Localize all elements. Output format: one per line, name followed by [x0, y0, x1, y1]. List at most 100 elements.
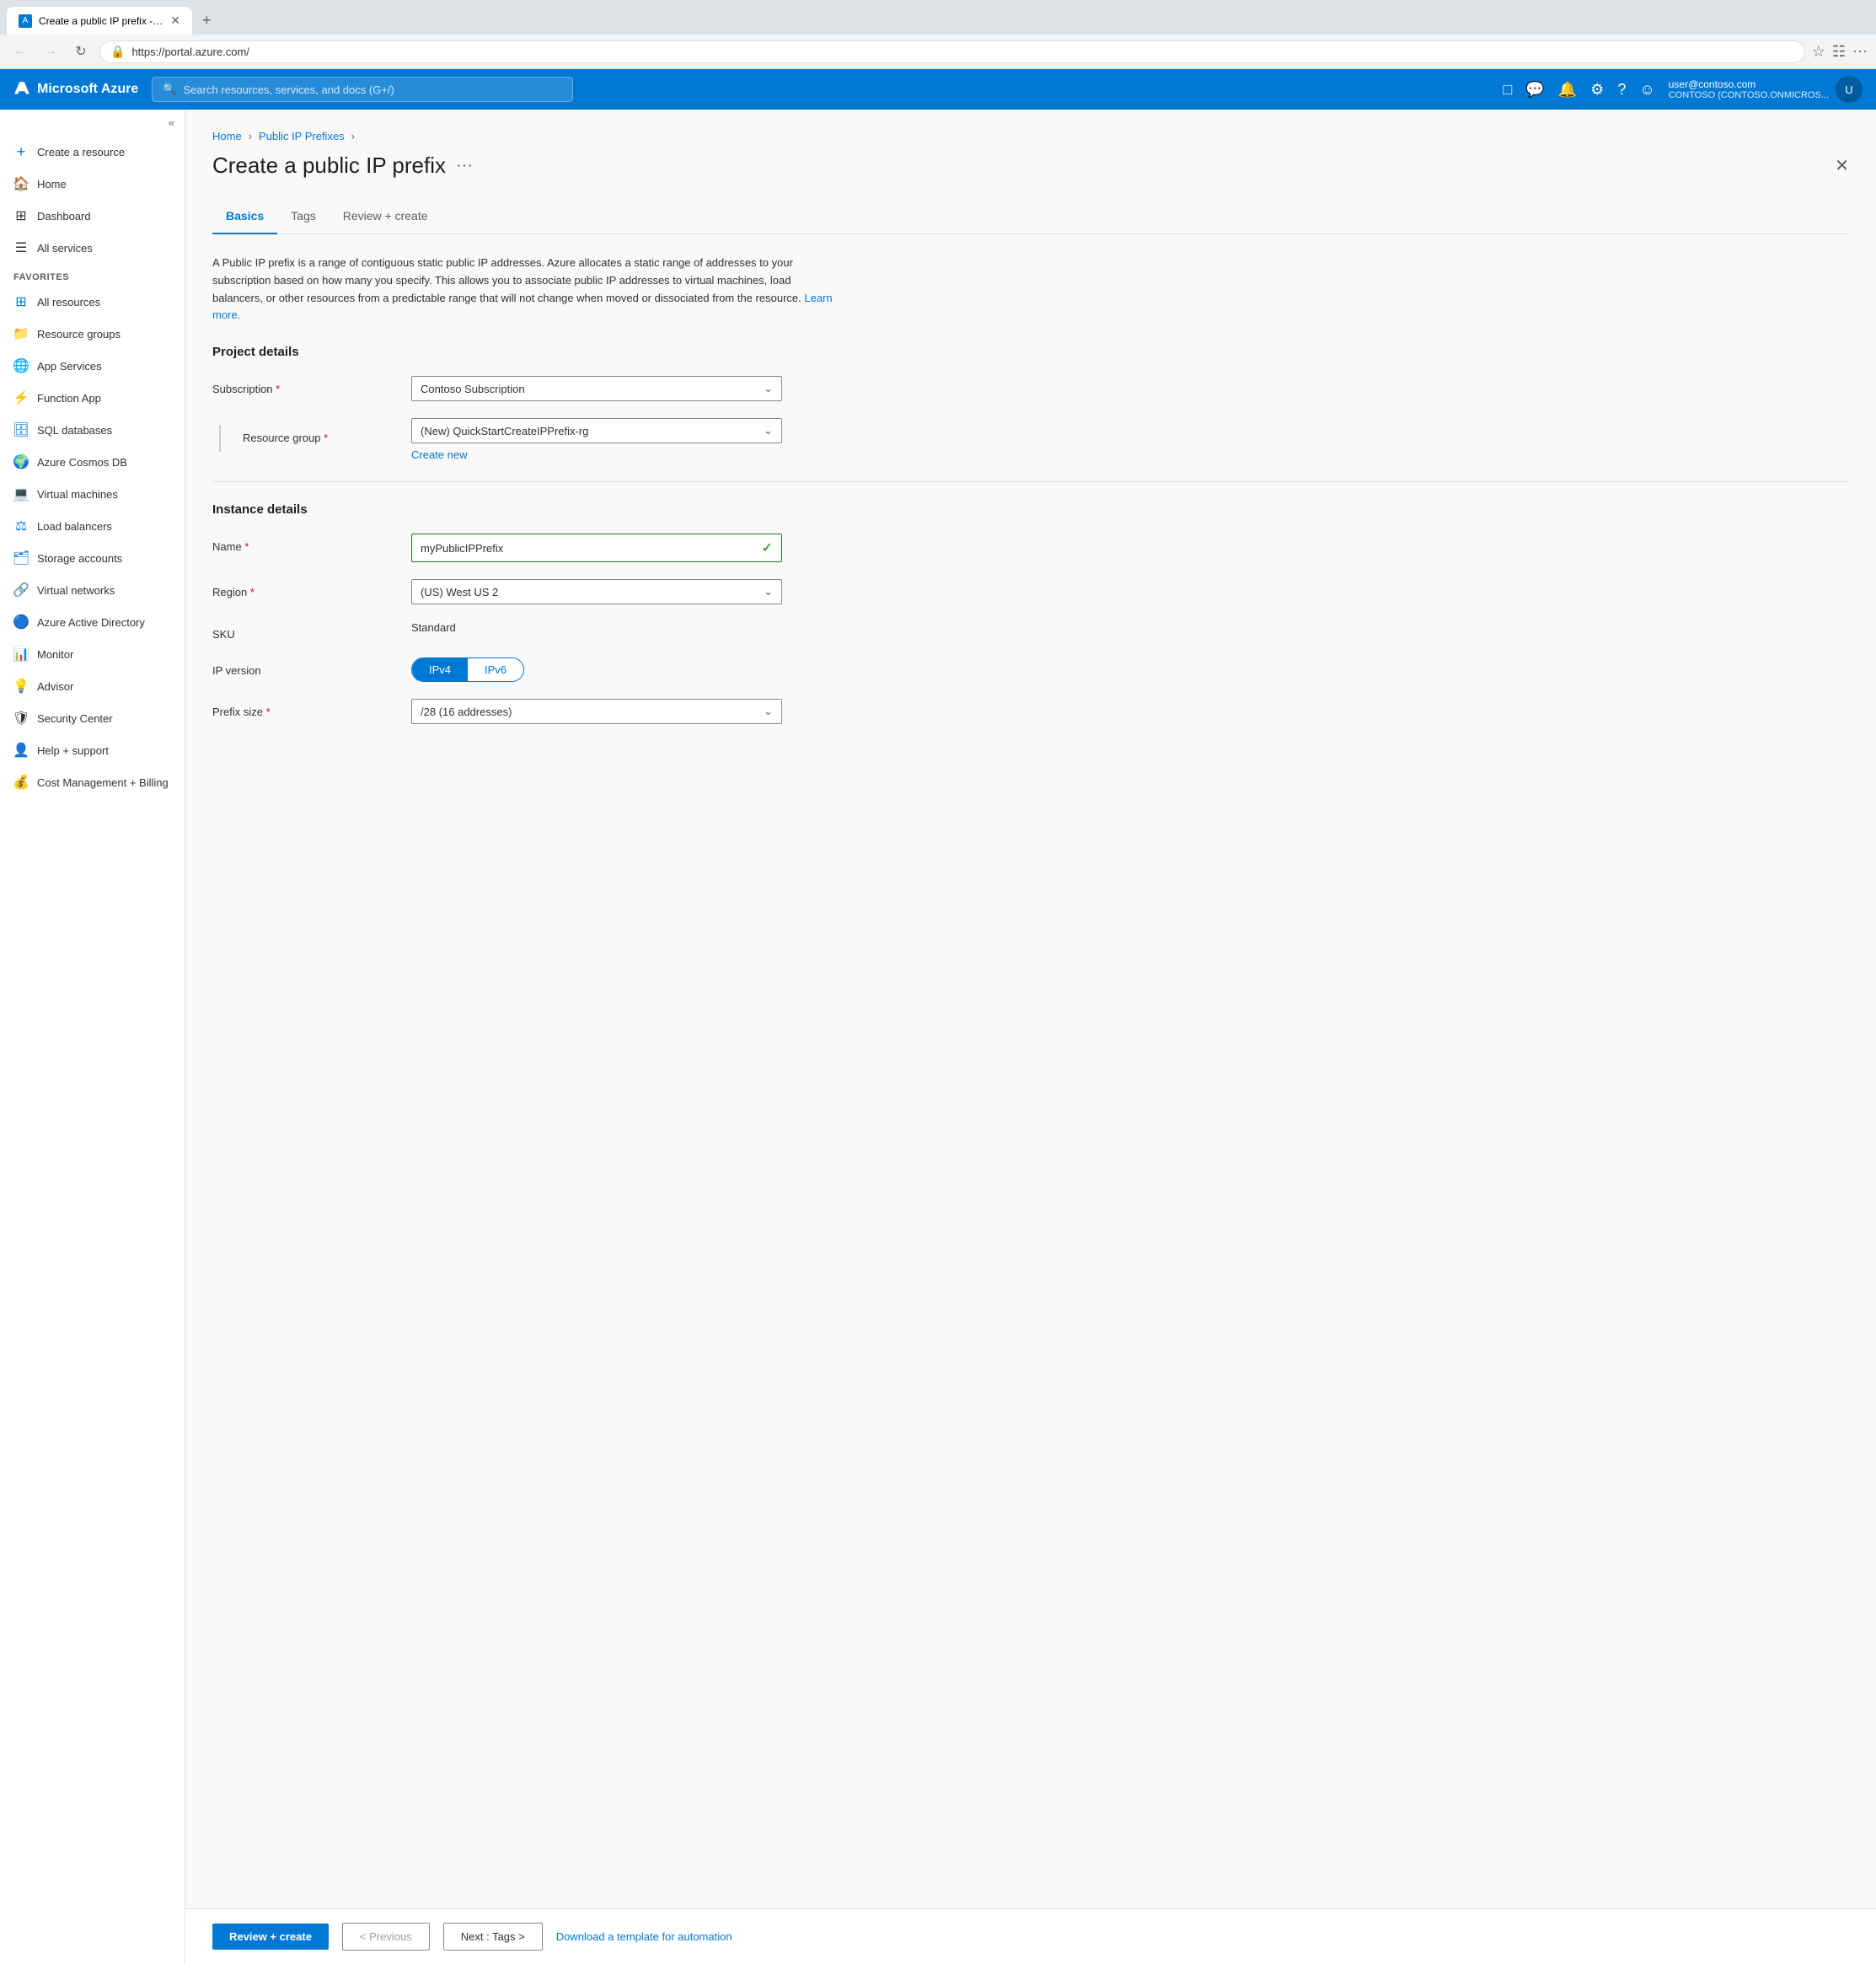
sidebar-advisor-label: Advisor [37, 680, 73, 693]
reload-button[interactable]: ↻ [69, 40, 93, 63]
virtual-networks-icon: 🔗 [13, 582, 29, 598]
close-button[interactable]: ✕ [1835, 155, 1849, 176]
sku-row: SKU Standard [212, 621, 1849, 641]
resource-group-row: Resource group * (New) QuickStartCreateI… [212, 418, 1849, 461]
sidebar-item-help-support[interactable]: 👤 Help + support [0, 734, 185, 766]
next-button[interactable]: Next : Tags > [443, 1923, 543, 1951]
cost-management-icon: 💰 [13, 775, 29, 790]
ip-version-label: IP version [212, 657, 398, 677]
sidebar-item-dashboard[interactable]: ⊞ Dashboard [0, 200, 185, 232]
ipv6-button[interactable]: IPv6 [468, 658, 523, 681]
browser-tab[interactable]: A Create a public IP prefix - Micr... ✕ [7, 7, 192, 35]
browser-favorites-icon[interactable]: ☆ [1812, 43, 1825, 61]
sidebar-item-all-services[interactable]: ☰ All services [0, 232, 185, 264]
plus-icon: + [13, 144, 29, 159]
sidebar-item-virtual-machines[interactable]: 💻 Virtual machines [0, 478, 185, 510]
ip-version-row: IP version IPv4 IPv6 [212, 657, 1849, 682]
prefix-size-row: Prefix size * /28 (16 addresses) ⌄ [212, 699, 1849, 724]
region-arrow-icon: ⌄ [764, 585, 773, 598]
sidebar-item-all-resources[interactable]: ⊞ All resources [0, 286, 185, 318]
back-button[interactable]: ← [8, 40, 32, 63]
ip-version-control: IPv4 IPv6 [411, 657, 782, 682]
previous-button[interactable]: < Previous [342, 1923, 430, 1951]
tab-tags[interactable]: Tags [277, 199, 330, 234]
sql-databases-icon: 🗄 [13, 422, 29, 437]
tab-review-create[interactable]: Review + create [330, 199, 442, 234]
sidebar-item-function-app[interactable]: ⚡ Function App [0, 382, 185, 414]
tab-close-icon[interactable]: ✕ [170, 13, 180, 28]
settings-icon[interactable]: ⚙ [1590, 81, 1604, 99]
sidebar-item-app-services[interactable]: 🌐 App Services [0, 350, 185, 382]
sidebar-cosmos-db-label: Azure Cosmos DB [37, 456, 127, 469]
sidebar-item-resource-groups[interactable]: 📁 Resource groups [0, 318, 185, 350]
download-template-button[interactable]: Download a template for automation [556, 1924, 732, 1950]
tab-basics[interactable]: Basics [212, 199, 277, 234]
sku-value: Standard [411, 614, 456, 634]
sidebar-item-load-balancers[interactable]: ⚖ Load balancers [0, 510, 185, 542]
sidebar-item-azure-cosmos-db[interactable]: 🌍 Azure Cosmos DB [0, 446, 185, 478]
new-tab-button[interactable]: + [196, 8, 218, 33]
cloud-shell-icon[interactable]: □ [1503, 81, 1512, 99]
subscription-select[interactable]: Contoso Subscription ⌄ [411, 376, 782, 401]
sidebar-item-monitor[interactable]: 📊 Monitor [0, 638, 185, 670]
address-bar[interactable]: 🔒 https://portal.azure.com/ [99, 40, 1805, 63]
azure-logo-icon [13, 81, 30, 98]
sidebar-item-security-center[interactable]: 🛡 Security Center [0, 702, 185, 734]
review-create-button[interactable]: Review + create [212, 1924, 329, 1950]
subscription-row: Subscription * Contoso Subscription ⌄ [212, 376, 1849, 401]
notifications-icon[interactable]: 🔔 [1558, 81, 1577, 99]
home-icon: 🏠 [13, 176, 29, 191]
smiley-icon[interactable]: ☺ [1639, 81, 1654, 99]
more-options-button[interactable]: ··· [456, 156, 473, 175]
forward-button[interactable]: → [39, 40, 62, 63]
azure-search-bar[interactable]: 🔍 Search resources, services, and docs (… [152, 77, 573, 102]
sidebar-item-sql-databases[interactable]: 🗄 SQL databases [0, 414, 185, 446]
breadcrumb-public-ip-prefixes[interactable]: Public IP Prefixes [259, 130, 345, 142]
sidebar-item-storage-accounts[interactable]: 🗂 Storage accounts [0, 542, 185, 574]
sidebar-cost-management-label: Cost Management + Billing [37, 776, 169, 789]
sidebar-item-advisor[interactable]: 💡 Advisor [0, 670, 185, 702]
feedback-icon[interactable]: 💬 [1525, 81, 1544, 99]
browser-collections-icon[interactable]: ☷ [1832, 43, 1846, 61]
sidebar-item-cost-management[interactable]: 💰 Cost Management + Billing [0, 766, 185, 798]
sidebar-virtual-machines-label: Virtual machines [37, 488, 118, 501]
sidebar-create-resource-label: Create a resource [37, 146, 125, 158]
collapse-icon: « [169, 116, 174, 129]
help-icon[interactable]: ? [1617, 81, 1626, 99]
prefix-size-select[interactable]: /28 (16 addresses) ⌄ [411, 699, 782, 724]
sidebar-aad-label: Azure Active Directory [37, 616, 145, 629]
avatar[interactable]: U [1836, 76, 1863, 103]
sidebar-all-resources-label: All resources [37, 296, 100, 309]
browser-menu-icon[interactable]: ⋯ [1852, 43, 1868, 61]
sidebar-collapse-button[interactable]: « [0, 110, 185, 136]
create-new-link[interactable]: Create new [411, 448, 782, 461]
sidebar-function-app-label: Function App [37, 392, 101, 405]
azure-logo[interactable]: Microsoft Azure [13, 81, 138, 98]
subscription-value: Contoso Subscription [421, 383, 525, 395]
breadcrumb-sep-1: › [249, 130, 252, 142]
sidebar-item-virtual-networks[interactable]: 🔗 Virtual networks [0, 574, 185, 606]
favorites-section-label: FAVORITES [0, 264, 185, 286]
sidebar-all-services-label: All services [37, 242, 93, 255]
user-menu[interactable]: user@contoso.com CONTOSO (CONTOSO.ONMICR… [1669, 76, 1863, 103]
resource-group-select[interactable]: (New) QuickStartCreateIPPrefix-rg ⌄ [411, 418, 782, 443]
all-resources-icon: ⊞ [13, 294, 29, 309]
name-required: * [244, 540, 249, 553]
sidebar-item-azure-active-directory[interactable]: 🔵 Azure Active Directory [0, 606, 185, 638]
page-title-row: Create a public IP prefix ··· ✕ [212, 153, 1849, 179]
sidebar-item-create-resource[interactable]: + Create a resource [0, 136, 185, 168]
resource-group-value: (New) QuickStartCreateIPPrefix-rg [421, 425, 588, 437]
ipv4-button[interactable]: IPv4 [412, 658, 468, 681]
aad-icon: 🔵 [13, 614, 29, 630]
resource-groups-icon: 📁 [13, 326, 29, 341]
region-select[interactable]: (US) West US 2 ⌄ [411, 579, 782, 604]
breadcrumb-home[interactable]: Home [212, 130, 242, 142]
sku-label: SKU [212, 621, 398, 641]
sidebar: « + Create a resource 🏠 Home ⊞ Dashboard… [0, 110, 185, 1964]
storage-accounts-icon: 🗂 [13, 550, 29, 566]
sidebar-virtual-networks-label: Virtual networks [37, 584, 115, 597]
sidebar-app-services-label: App Services [37, 360, 102, 373]
security-center-icon: 🛡 [13, 711, 29, 726]
name-input[interactable]: myPublicIPPrefix ✓ [411, 534, 782, 562]
sidebar-item-home[interactable]: 🏠 Home [0, 168, 185, 200]
